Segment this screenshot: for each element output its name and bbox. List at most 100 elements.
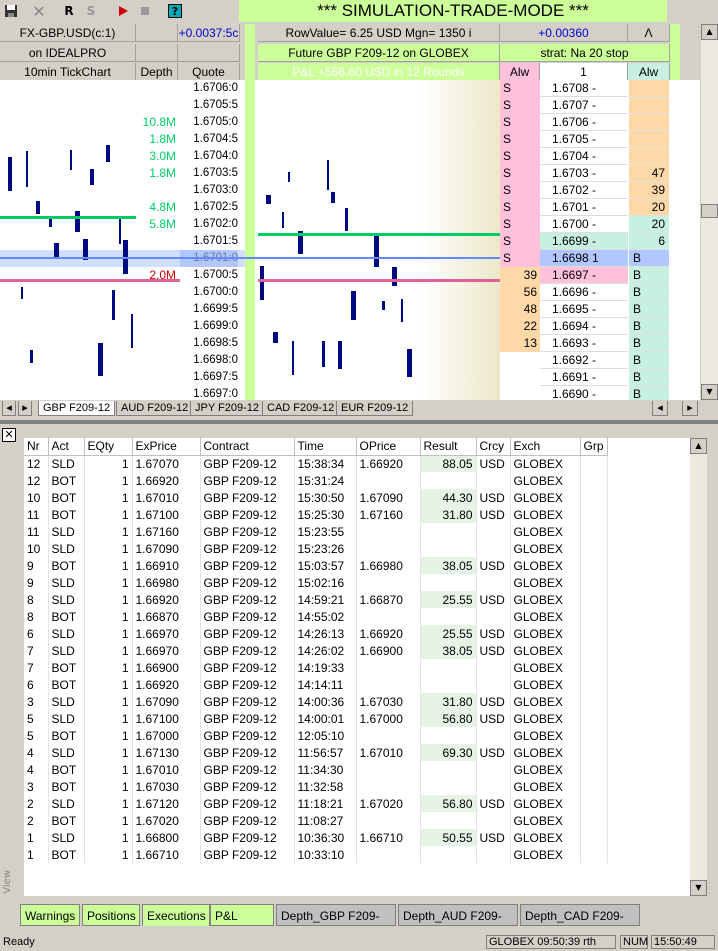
bid-cell[interactable]: S (500, 182, 540, 199)
allow-cell[interactable]: B (629, 335, 669, 352)
symbol-tab-aud[interactable]: AUD F209-12 (116, 401, 194, 416)
column-header[interactable]: Crcy (476, 438, 511, 456)
bottom-tab[interactable]: Executions (142, 904, 210, 926)
bid-cell[interactable] (500, 369, 540, 386)
quote-cell[interactable]: 1.6700:0 (180, 284, 238, 301)
table-row[interactable]: 6 BOT 1 1.66920 GBP F209-12 14:14:11 GLOBEX (24, 676, 608, 693)
table-row[interactable]: 5 SLD 1 1.67100 GBP F209-12 14:00:01 1.67000 56… (24, 710, 608, 727)
close-panel-icon[interactable]: ✕ (2, 428, 16, 442)
allow-cell[interactable] (629, 131, 669, 148)
bid-cell[interactable]: S (500, 216, 540, 233)
close-x-icon[interactable]: ✕ (30, 2, 48, 21)
quote-cell[interactable]: 1.6697:0 (180, 386, 238, 400)
table-row[interactable]: 3 SLD 1 1.67090 GBP F209-12 14:00:36 1.67030 31… (24, 693, 608, 710)
quote-cell[interactable]: 1.6700:5 (180, 267, 238, 284)
allow-cell[interactable] (629, 97, 669, 114)
collapse-button[interactable]: Λ (628, 24, 670, 42)
quote-cell[interactable]: 1.6702:0 (180, 216, 238, 233)
price-cell[interactable]: 1.6708 - (540, 80, 628, 97)
table-row[interactable]: 7 SLD 1 1.66970 GBP F209-12 14:26:02 1.66900 38… (24, 642, 608, 659)
column-header[interactable]: Grp (580, 438, 608, 456)
allow-cell[interactable] (629, 114, 669, 131)
allow-cell[interactable]: B (629, 386, 669, 400)
quote-cell[interactable]: 1.6705:0 (180, 114, 238, 131)
quote-cell[interactable]: 1.6701:5 (180, 233, 238, 250)
allow-cell[interactable]: B (629, 250, 669, 267)
scroll-thumb[interactable] (701, 204, 718, 218)
quote-cell[interactable]: 1.6703:5 (180, 165, 238, 182)
price-cell[interactable]: 1.6702 - (540, 182, 628, 199)
play-icon[interactable] (114, 2, 132, 20)
tab-right-icon[interactable]: ▸ (18, 401, 32, 416)
price-cell[interactable]: 1.6704 - (540, 148, 628, 165)
quote-cell[interactable]: 1.6702:5 (180, 199, 238, 216)
symbol-tab-eur[interactable]: EUR F209-12 (336, 401, 414, 416)
quote-cell[interactable]: 1.6704:5 (180, 131, 238, 148)
table-row[interactable]: 2 BOT 1 1.67020 GBP F209-12 11:08:27 GLOBEX (24, 812, 608, 829)
stop-icon[interactable] (136, 2, 154, 20)
price-cell[interactable]: 1.6693 - (540, 335, 628, 352)
table-row[interactable]: 6 SLD 1 1.66970 GBP F209-12 14:26:13 1.66920 25… (24, 625, 608, 642)
allow-cell[interactable]: B (629, 301, 669, 318)
bottom-tab[interactable]: P&L Matrix (210, 904, 274, 945)
column-header[interactable]: Contract (200, 438, 295, 456)
quote-cell[interactable]: 1.6699:5 (180, 301, 238, 318)
price-ladder-grid[interactable]: 1.6706:0 S 1.6708 -1.6705:5 S 1.6707 -1.6705… (0, 80, 700, 400)
ladder-scrollbar[interactable]: ▲ ▼ (701, 24, 718, 400)
column-header[interactable]: Act (48, 438, 85, 456)
column-header[interactable]: ExPrice (132, 438, 201, 456)
price-cell[interactable]: 1.6697 - (540, 267, 628, 284)
allow-cell[interactable]: 20 (629, 216, 669, 233)
price-cell[interactable]: 1.6695 - (540, 301, 628, 318)
instrument-label[interactable]: FX-GBP.USD(c:1) (0, 24, 136, 42)
symbol-tab-cad[interactable]: CAD F209-12 (262, 401, 340, 416)
bid-cell[interactable] (500, 352, 540, 369)
price-cell[interactable]: 1.6691 - (540, 369, 628, 386)
table-row[interactable]: 5 BOT 1 1.67000 GBP F209-12 12:05:10 GLOBEX (24, 727, 608, 744)
price-cell[interactable]: 1.6700 - (540, 216, 628, 233)
exec-scroll-up-icon[interactable]: ▲ (690, 438, 707, 454)
bid-cell[interactable]: S (500, 148, 540, 165)
column-header[interactable]: OPrice (356, 438, 421, 456)
bid-cell[interactable]: S (500, 114, 540, 131)
hscroll-right-icon[interactable]: ▸ (682, 401, 698, 416)
allow-buy-header[interactable]: Alw (628, 63, 670, 81)
allow-cell[interactable]: B (629, 267, 669, 284)
save-icon[interactable] (2, 2, 20, 20)
table-row[interactable]: 3 BOT 1 1.67030 GBP F209-12 11:32:58 GLOBEX (24, 778, 608, 795)
allow-cell[interactable]: 39 (629, 182, 669, 199)
order-qty-field[interactable]: 1 (540, 63, 628, 81)
allow-sell-header[interactable]: Alw (500, 63, 540, 81)
quote-cell[interactable]: 1.6698:5 (180, 335, 238, 352)
price-cell[interactable]: 1.6694 - (540, 318, 628, 335)
s-button[interactable]: S (82, 2, 100, 20)
table-row[interactable]: 8 BOT 1 1.66870 GBP F209-12 14:55:02 GLOBEX (24, 608, 608, 625)
quote-cell[interactable]: 1.6704:0 (180, 148, 238, 165)
splitter[interactable] (0, 420, 718, 424)
bid-cell[interactable]: S (500, 250, 540, 267)
bottom-tab[interactable]: Depth_AUD F209-12 (398, 904, 518, 945)
tab-left-icon[interactable]: ◂ (2, 401, 16, 416)
allow-cell[interactable]: B (629, 284, 669, 301)
allow-cell[interactable]: B (629, 369, 669, 386)
exec-scroll-down-icon[interactable]: ▼ (690, 880, 707, 896)
table-row[interactable]: 9 SLD 1 1.66980 GBP F209-12 15:02:16 GLOBEX (24, 574, 608, 591)
table-row[interactable]: 4 BOT 1 1.67010 GBP F209-12 11:34:30 GLOBEX (24, 761, 608, 778)
column-header[interactable]: Nr (24, 438, 49, 456)
column-header[interactable]: Result (420, 438, 477, 456)
price-cell[interactable]: 1.6696 - (540, 284, 628, 301)
scroll-down-icon[interactable]: ▼ (701, 384, 718, 400)
quote-cell[interactable]: 1.6698:0 (180, 352, 238, 369)
bid-cell[interactable]: S (500, 199, 540, 216)
table-row[interactable]: 10 BOT 1 1.67010 GBP F209-12 15:30:50 1.67090 4… (24, 489, 608, 506)
bottom-tab[interactable]: Warnings (20, 904, 80, 926)
table-row[interactable]: 1 BOT 1 1.66710 GBP F209-12 10:33:10 GLOBEX (24, 846, 608, 863)
executions-scrollbar[interactable]: ▲ ▼ (690, 438, 707, 896)
price-cell[interactable]: 1.6706 - (540, 114, 628, 131)
bottom-tab[interactable]: Positions (82, 904, 140, 926)
quote-cell[interactable]: 1.6705:5 (180, 97, 238, 114)
table-row[interactable]: 10 SLD 1 1.67090 GBP F209-12 15:23:26 GLOBEX (24, 540, 608, 557)
bottom-tab[interactable]: Depth_GBP F209-12 (276, 904, 396, 945)
bid-cell[interactable]: 39 (500, 267, 540, 284)
table-row[interactable]: 1 SLD 1 1.66800 GBP F209-12 10:36:30 1.66710 50… (24, 829, 608, 846)
